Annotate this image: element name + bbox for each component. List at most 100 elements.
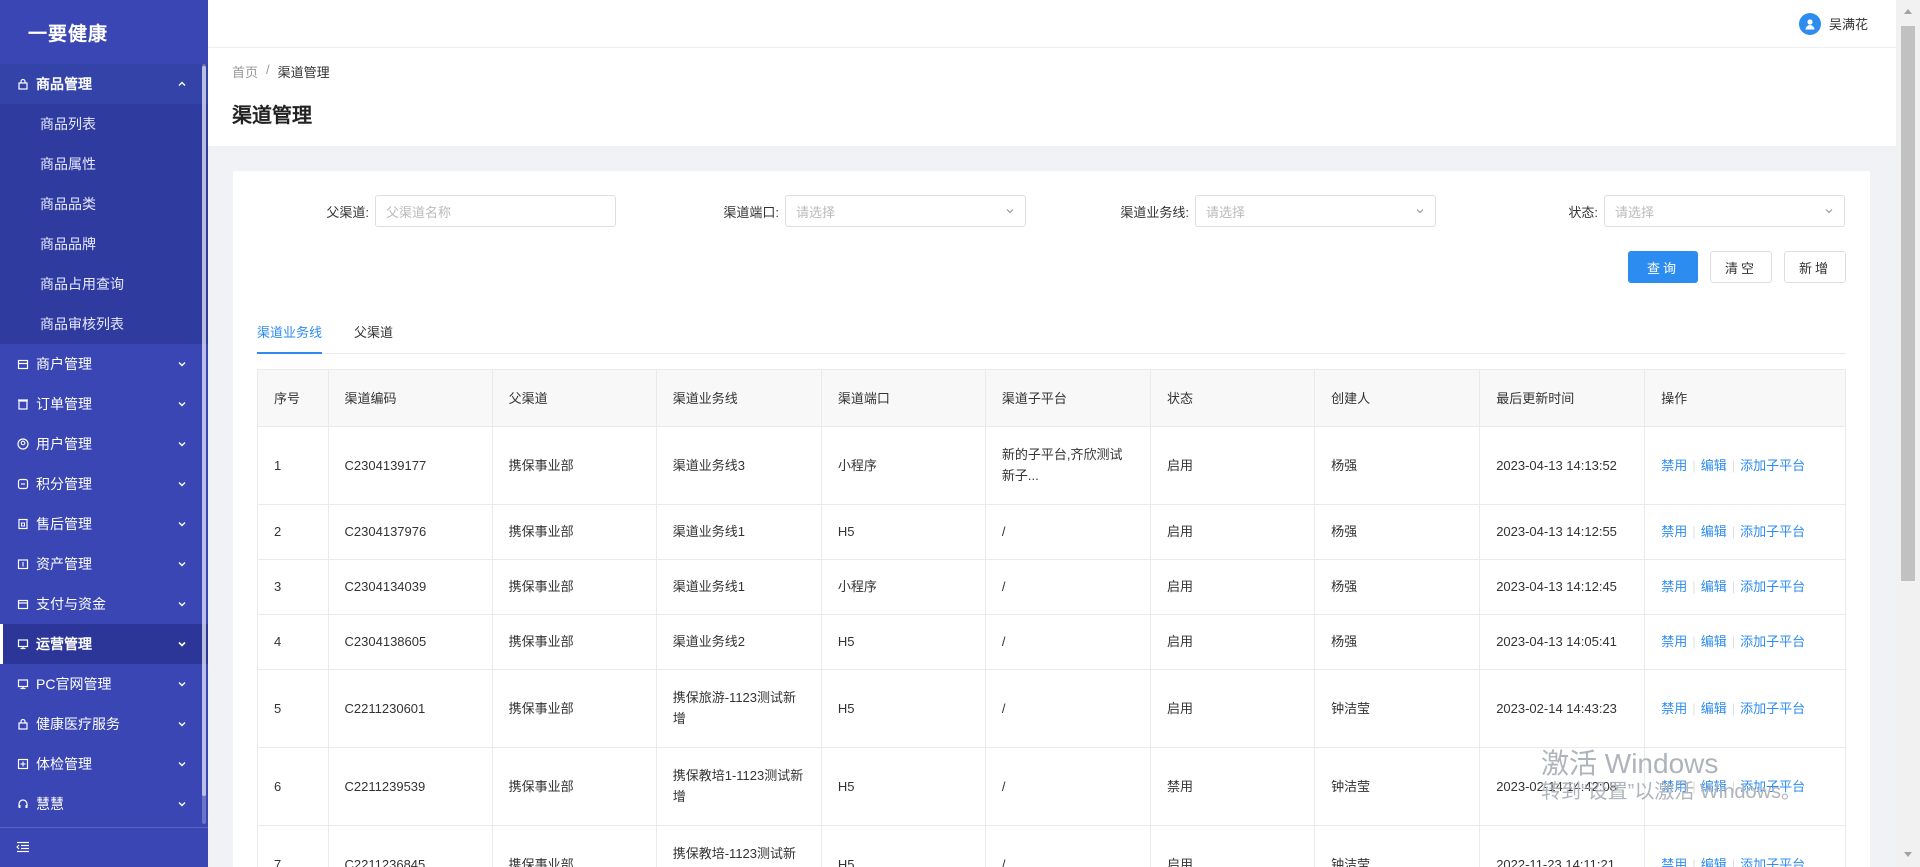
asset-icon (16, 557, 30, 571)
cell-idx: 3 (258, 559, 329, 615)
query-button[interactable]: 查询 (1627, 251, 1698, 283)
points-icon (16, 477, 30, 491)
cell-port: H5 (821, 669, 986, 748)
filter-bar: 父渠道: 父渠道名称 渠道端口: 请选择 渠道业务线: 请选择 状态: 请选择 (257, 195, 1846, 235)
sidebar-item-aftersale[interactable]: 售后管理 (0, 504, 208, 544)
sidebar-subitem-product-list[interactable]: 商品列表 (0, 104, 208, 144)
cell-line: 携保教培1-1123测试新增 (656, 747, 822, 826)
add-button[interactable]: 新增 (1783, 251, 1846, 283)
cell-sub: / (985, 669, 1152, 748)
add-subplatform-link[interactable]: 添加子平台 (1740, 857, 1805, 867)
user-name: 吴满花 (1828, 17, 1868, 32)
cell-code: C2211236845 (328, 825, 493, 867)
sidebar-item-assets[interactable]: 资产管理 (0, 544, 208, 584)
tab-parent-channel[interactable]: 父渠道 (354, 314, 393, 354)
cell-creator: 杨强 (1314, 559, 1481, 615)
column-header: 渠道端口 (821, 370, 986, 427)
cell-creator: 杨强 (1314, 504, 1481, 560)
disable-link[interactable]: 禁用 (1661, 701, 1687, 716)
sidebar-item-operations[interactable]: 运营管理 (0, 624, 208, 664)
top-header: 吴满花 (208, 0, 1896, 48)
edit-link[interactable]: 编辑 (1701, 857, 1727, 867)
sidebar-item-users[interactable]: 用户管理 (0, 424, 208, 464)
cell-parent: 携保事业部 (492, 825, 657, 867)
action-separator: | (1731, 634, 1736, 649)
action-separator: | (1692, 856, 1696, 867)
sidebar-scrollbar-thumb[interactable] (202, 66, 206, 796)
order-icon (16, 397, 30, 411)
edit-link[interactable]: 编辑 (1701, 701, 1727, 716)
sidebar-subitem-product-attributes[interactable]: 商品属性 (0, 144, 208, 184)
add-subplatform-link[interactable]: 添加子平台 (1740, 701, 1805, 716)
cell-actions: 禁用 | 编辑 | 添加子平台 (1644, 614, 1845, 670)
sidebar-item-payment[interactable]: 支付与资金 (0, 584, 208, 624)
sidebar-subitem-product-review[interactable]: 商品审核列表 (0, 304, 208, 344)
user-menu[interactable]: 吴满花 (1798, 12, 1868, 35)
cell-status: 启用 (1150, 614, 1316, 670)
action-separator: | (1731, 856, 1736, 867)
monitor-icon (16, 637, 30, 651)
disable-link[interactable]: 禁用 (1661, 634, 1687, 649)
cell-actions: 禁用 | 编辑 | 添加子平台 (1644, 669, 1845, 748)
cell-sub: / (985, 559, 1152, 615)
action-buttons: 查询 清空 新增 (1627, 251, 1846, 283)
cell-creator: 杨强 (1314, 614, 1481, 670)
sidebar-item-health-services[interactable]: 健康医疗服务 (0, 704, 208, 744)
disable-link[interactable]: 禁用 (1661, 524, 1687, 539)
disable-link[interactable]: 禁用 (1661, 458, 1687, 473)
sidebar-item-merchants[interactable]: 商户管理 (0, 344, 208, 384)
sidebar-item-products[interactable]: 商品管理 (0, 64, 208, 104)
add-subplatform-link[interactable]: 添加子平台 (1740, 524, 1805, 539)
sidebar-subitem-product-occupancy[interactable]: 商品占用查询 (0, 264, 208, 304)
sidebar-item-label: 运营管理 (36, 636, 92, 652)
disable-link[interactable]: 禁用 (1661, 857, 1687, 867)
edit-link[interactable]: 编辑 (1701, 579, 1727, 594)
parent-channel-input[interactable]: 父渠道名称 (375, 195, 616, 227)
channel-port-select[interactable]: 请选择 (785, 195, 1026, 227)
sidebar-item-orders[interactable]: 订单管理 (0, 384, 208, 424)
add-subplatform-link[interactable]: 添加子平台 (1740, 634, 1805, 649)
disable-link[interactable]: 禁用 (1661, 579, 1687, 594)
edit-link[interactable]: 编辑 (1701, 634, 1727, 649)
cell-line: 渠道业务线3 (656, 426, 822, 505)
chevron-down-icon (176, 758, 188, 770)
edit-link[interactable]: 编辑 (1701, 524, 1727, 539)
sidebar-item-pc-site[interactable]: PC官网管理 (0, 664, 208, 704)
cell-port: H5 (821, 825, 986, 867)
add-subplatform-link[interactable]: 添加子平台 (1740, 579, 1805, 594)
page-scrollbar-thumb[interactable] (1901, 26, 1915, 581)
sidebar-subitem-product-brands[interactable]: 商品品牌 (0, 224, 208, 264)
cell-parent: 携保事业部 (492, 614, 657, 670)
cell-parent: 携保事业部 (492, 504, 657, 560)
shop-icon (16, 357, 30, 371)
edit-link[interactable]: 编辑 (1701, 458, 1727, 473)
cell-status: 启用 (1150, 426, 1316, 505)
user-avatar-icon (1798, 12, 1821, 35)
scroll-up-icon[interactable] (1902, 6, 1914, 16)
add-subplatform-link[interactable]: 添加子平台 (1740, 458, 1805, 473)
page-scrollbar[interactable] (1896, 0, 1920, 867)
business-line-select[interactable]: 请选择 (1195, 195, 1436, 227)
sidebar-item-points[interactable]: 积分管理 (0, 464, 208, 504)
scroll-down-icon[interactable] (1902, 850, 1914, 860)
sidebar-item-huihui[interactable]: 慧慧 (0, 784, 208, 824)
breadcrumb-home[interactable]: 首页 (232, 62, 258, 81)
cell-updated: 2022-11-23 14:11:21 (1479, 825, 1646, 867)
status-select[interactable]: 请选择 (1604, 195, 1845, 227)
submenu-products: 商品列表 商品属性 商品品类 商品品牌 商品占用查询 商品审核列表 (0, 104, 208, 344)
sidebar-item-label: 体检管理 (36, 756, 92, 772)
collapse-sidebar-button[interactable] (0, 827, 208, 867)
tab-business-line[interactable]: 渠道业务线 (257, 314, 323, 354)
clear-button[interactable]: 清空 (1709, 251, 1772, 283)
menu-fold-icon (16, 840, 30, 856)
sidebar-item-label: 健康医疗服务 (36, 716, 120, 732)
filter-label: 渠道端口: (723, 204, 779, 220)
sidebar-scrollbar[interactable] (202, 64, 206, 824)
filter-status: 状态: 请选择 (1486, 195, 1845, 227)
chevron-up-icon (176, 78, 188, 90)
sidebar-subitem-product-categories[interactable]: 商品品类 (0, 184, 208, 224)
checkup-icon (16, 757, 30, 771)
sidebar-item-checkup[interactable]: 体检管理 (0, 744, 208, 784)
app-logo: 一要健康 (28, 23, 109, 45)
cell-code: C2304137976 (328, 504, 493, 560)
